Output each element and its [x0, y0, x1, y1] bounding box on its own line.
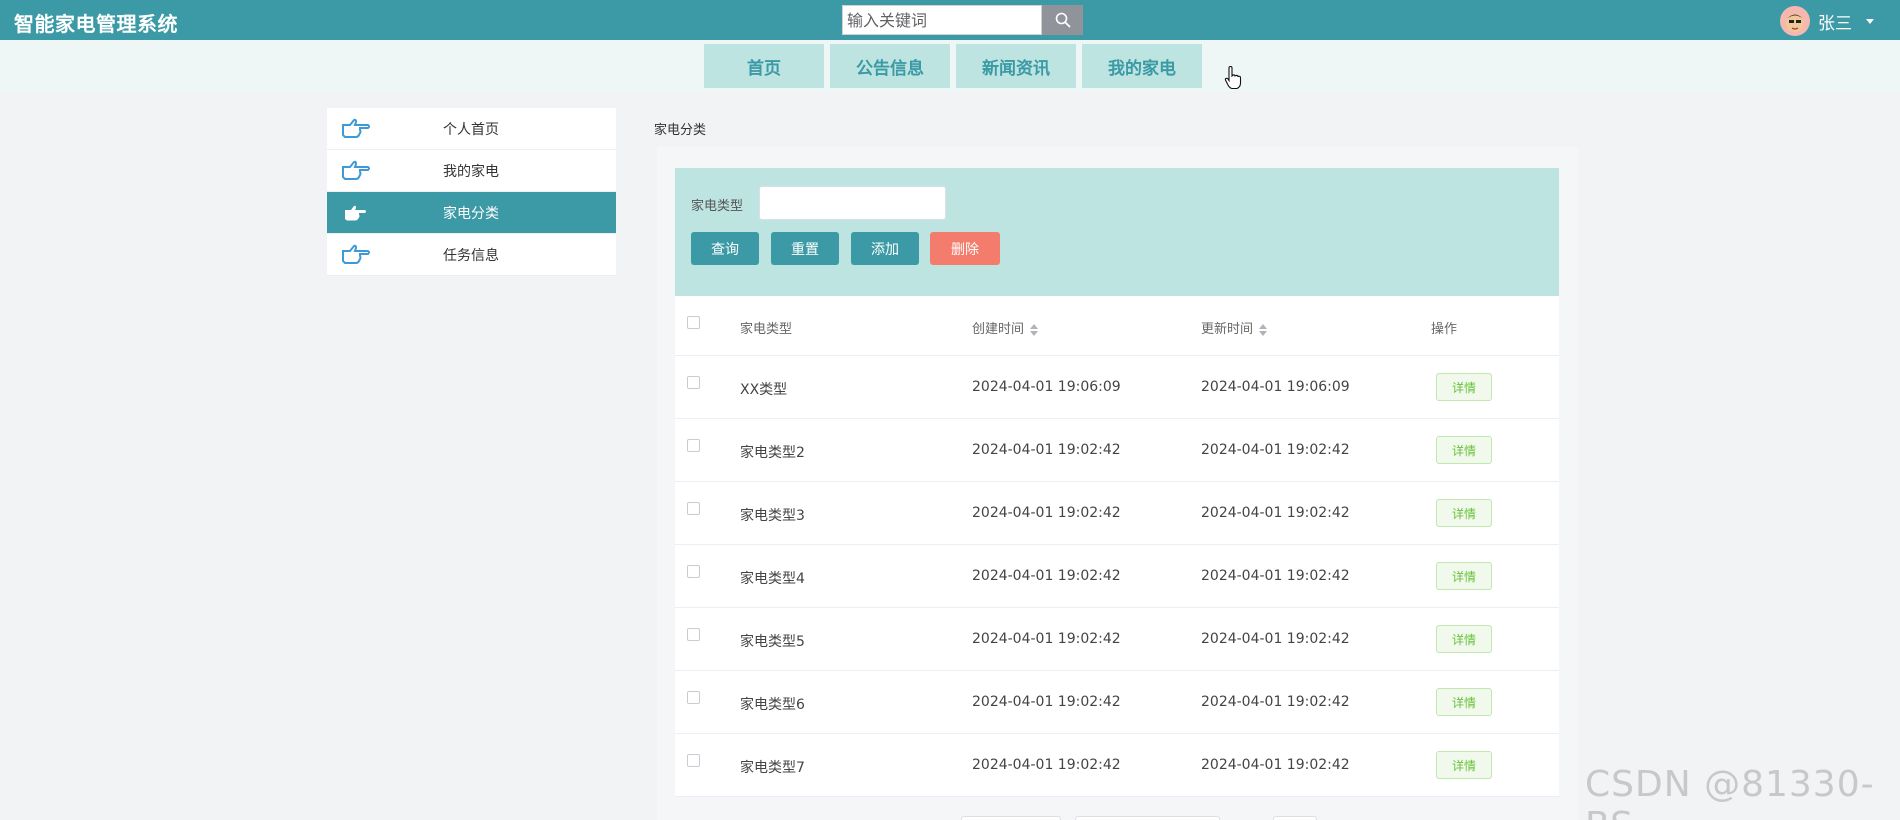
cell-type: 家电类型2: [740, 445, 805, 461]
pointing-hand-icon: [342, 244, 370, 264]
detail-button[interactable]: 详情: [1436, 499, 1492, 527]
detail-button[interactable]: 详情: [1436, 436, 1492, 464]
cell-type: 家电类型4: [740, 571, 805, 587]
cell-created: 2024-04-01 19:02:42: [972, 442, 1121, 458]
cell-updated: 2024-04-01 19:02:42: [1201, 694, 1350, 710]
breadcrumb: 家电分类: [654, 123, 707, 138]
sidebar-item-label: 家电分类: [443, 205, 499, 222]
add-button[interactable]: 添加: [851, 232, 919, 265]
header-type: 家电类型: [740, 322, 793, 337]
sort-icon[interactable]: [1259, 323, 1268, 336]
table-header: 家电类型 创建时间 更新时间 操作: [675, 296, 1559, 356]
header-op: 操作: [1431, 322, 1458, 337]
chevron-down-icon[interactable]: [1866, 18, 1874, 24]
header-updated-label: 更新时间: [1201, 322, 1254, 337]
cell-type: 家电类型5: [740, 634, 805, 650]
select-all-checkbox[interactable]: [687, 316, 700, 329]
cell-created: 2024-04-01 19:02:42: [972, 568, 1121, 584]
search-button[interactable]: [1042, 5, 1083, 35]
sort-icon[interactable]: [1030, 323, 1039, 336]
nav-item-my-appliances[interactable]: 我的家电: [1082, 44, 1202, 88]
sidebar-item-personal-home[interactable]: 个人首页: [327, 108, 616, 150]
nav-item-notices[interactable]: 公告信息: [830, 44, 950, 88]
detail-button[interactable]: 详情: [1436, 688, 1492, 716]
nav-item-home[interactable]: 首页: [704, 44, 824, 88]
row-checkbox[interactable]: [687, 439, 700, 452]
query-button[interactable]: 查询: [691, 232, 759, 265]
table-row: 家电类型3 2024-04-01 19:02:42 2024-04-01 19:…: [675, 482, 1559, 545]
cell-created: 2024-04-01 19:02:42: [972, 694, 1121, 710]
pointing-hand-icon: [345, 205, 366, 221]
table-row: 家电类型5 2024-04-01 19:02:42 2024-04-01 19:…: [675, 608, 1559, 671]
cell-updated: 2024-04-01 19:02:42: [1201, 442, 1350, 458]
reset-button[interactable]: 重置: [771, 232, 839, 265]
hand-cursor-icon: [1224, 66, 1242, 90]
cell-created: 2024-04-01 19:02:42: [972, 505, 1121, 521]
sidebar-item-label: 我的家电: [443, 163, 499, 180]
main-nav: 首页 公告信息 新闻资讯 我的家电: [0, 40, 1900, 92]
detail-button[interactable]: 详情: [1436, 373, 1492, 401]
category-table: 家电类型 创建时间 更新时间 操作 XX类型 2024-04-01 19:06:…: [675, 296, 1559, 797]
top-bar: 智能家电管理系统 张三: [0, 0, 1900, 40]
pointing-hand-icon: [342, 160, 370, 180]
cell-updated: 2024-04-01 19:02:42: [1201, 631, 1350, 647]
nav-item-news[interactable]: 新闻资讯: [956, 44, 1076, 88]
table-row: 家电类型4 2024-04-01 19:02:42 2024-04-01 19:…: [675, 545, 1559, 608]
table-row: 家电类型2 2024-04-01 19:02:42 2024-04-01 19:…: [675, 419, 1559, 482]
sidebar-item-my-appliances[interactable]: 我的家电: [327, 150, 616, 192]
detail-button[interactable]: 详情: [1436, 562, 1492, 590]
cell-created: 2024-04-01 19:02:42: [972, 631, 1121, 647]
row-checkbox[interactable]: [687, 691, 700, 704]
filter-label: 家电类型: [691, 199, 744, 214]
row-checkbox[interactable]: [687, 754, 700, 767]
cell-type: 家电类型3: [740, 508, 805, 524]
row-checkbox[interactable]: [687, 376, 700, 389]
table-row: 家电类型6 2024-04-01 19:02:42 2024-04-01 19:…: [675, 671, 1559, 734]
cell-updated: 2024-04-01 19:02:42: [1201, 568, 1350, 584]
header-updated[interactable]: 更新时间: [1201, 318, 1268, 337]
table-row: 家电类型7 2024-04-01 19:02:42 2024-04-01 19:…: [675, 734, 1559, 797]
sidebar-item-label: 个人首页: [443, 121, 499, 138]
user-name: 张三: [1818, 13, 1852, 34]
search-bar: [842, 5, 1083, 35]
row-checkbox[interactable]: [687, 628, 700, 641]
search-input[interactable]: [842, 5, 1042, 35]
cell-updated: 2024-04-01 19:06:09: [1201, 379, 1350, 395]
cell-created: 2024-04-01 19:06:09: [972, 379, 1121, 395]
filter-panel: 家电类型 查询 重置 添加 删除: [675, 168, 1559, 296]
cell-created: 2024-04-01 19:02:42: [972, 757, 1121, 773]
avatar: [1780, 6, 1810, 36]
appliance-type-input[interactable]: [759, 186, 946, 220]
sidebar-item-label: 任务信息: [443, 247, 499, 264]
row-checkbox[interactable]: [687, 502, 700, 515]
user-menu[interactable]: 张三: [1780, 6, 1874, 36]
sidebar-item-appliance-category[interactable]: 家电分类: [327, 192, 616, 234]
detail-button[interactable]: 详情: [1436, 625, 1492, 653]
pagination-pager[interactable]: [1075, 816, 1220, 820]
delete-button[interactable]: 删除: [930, 232, 1000, 265]
cell-updated: 2024-04-01 19:02:42: [1201, 505, 1350, 521]
watermark: CSDN @81330-BS: [1585, 764, 1875, 820]
table-row: XX类型 2024-04-01 19:06:09 2024-04-01 19:0…: [675, 356, 1559, 419]
cell-type: 家电类型7: [740, 760, 805, 776]
pointing-hand-icon: [342, 118, 370, 138]
cell-type: 家电类型6: [740, 697, 805, 713]
detail-button[interactable]: 详情: [1436, 751, 1492, 779]
cell-type: XX类型: [740, 382, 788, 398]
header-created-label: 创建时间: [972, 322, 1025, 337]
sidebar: 个人首页 我的家电 家电分类 任务信息: [327, 108, 616, 276]
page-size-select[interactable]: [961, 816, 1061, 820]
app-title: 智能家电管理系统: [14, 12, 178, 36]
row-checkbox[interactable]: [687, 565, 700, 578]
header-created[interactable]: 创建时间: [972, 318, 1039, 337]
cell-updated: 2024-04-01 19:02:42: [1201, 757, 1350, 773]
page-jump-input[interactable]: [1273, 816, 1317, 820]
sidebar-item-tasks[interactable]: 任务信息: [327, 234, 616, 276]
search-icon: [1055, 12, 1070, 28]
